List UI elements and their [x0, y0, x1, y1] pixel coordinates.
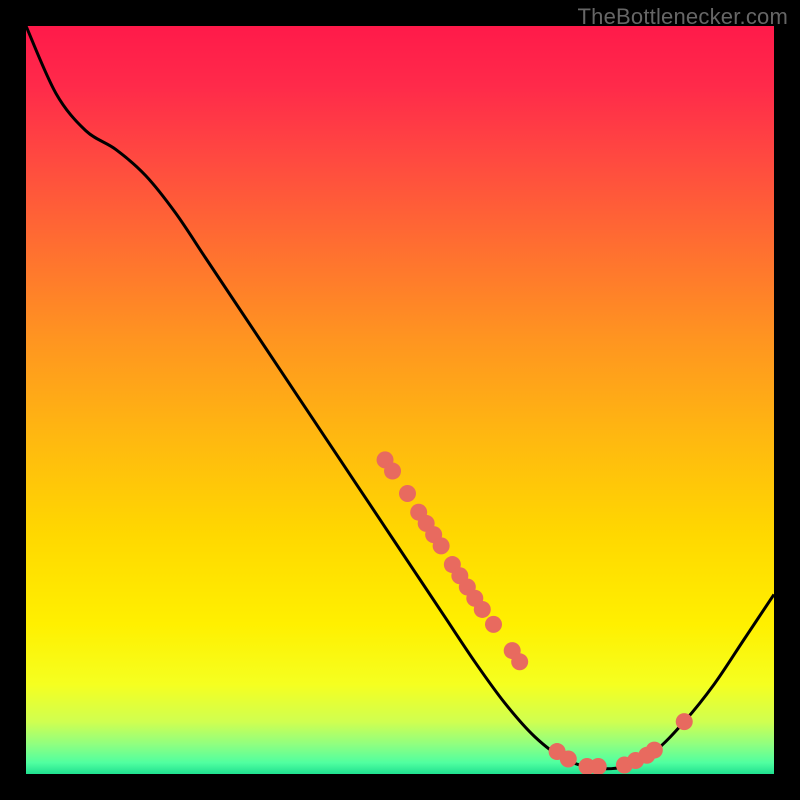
chart-svg	[26, 26, 774, 774]
marker-point	[485, 616, 502, 633]
gradient-background	[26, 26, 774, 774]
marker-point	[384, 463, 401, 480]
marker-point	[511, 653, 528, 670]
marker-point	[646, 742, 663, 759]
bottleneck-chart	[26, 26, 774, 774]
marker-point	[676, 713, 693, 730]
marker-point	[433, 537, 450, 554]
marker-point	[474, 601, 491, 618]
marker-point	[399, 485, 416, 502]
marker-point	[560, 751, 577, 768]
attribution-text: TheBottlenecker.com	[578, 4, 788, 30]
